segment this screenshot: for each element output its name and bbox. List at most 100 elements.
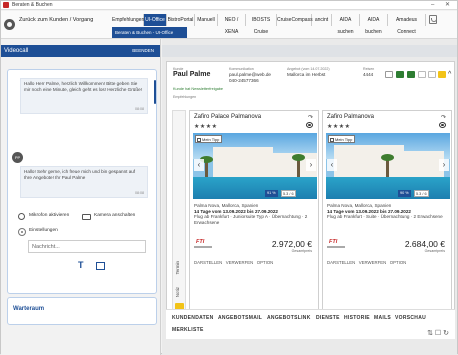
tab-amadeus-connect[interactable]: Amadeus Connect xyxy=(388,14,426,35)
tab-mails[interactable]: MAILS xyxy=(374,315,391,321)
calendar-icon[interactable] xyxy=(428,71,436,78)
label-reisen: Reisen xyxy=(363,67,375,71)
travel-dates: 14 Tage vom 13.09.2022 bis 27.09.2022 xyxy=(194,208,278,214)
next-image-button[interactable]: › xyxy=(439,159,449,171)
note-icon[interactable] xyxy=(438,71,446,78)
save-session-icon[interactable] xyxy=(429,15,437,24)
my-tip-tag[interactable]: Mein Tipp xyxy=(328,135,356,143)
videocall-header: Videocall BEENDEN xyxy=(1,45,160,57)
customer-panel: Kunde Paul Palme Kommunikation paul.palm… xyxy=(166,61,455,323)
close-icon[interactable]: ✕ xyxy=(445,1,450,9)
camera-icon[interactable] xyxy=(82,214,91,220)
flight-info: Flug ab Frankfurt · Suite · Übernachtung… xyxy=(327,214,443,220)
hotel-name[interactable]: Zafiro Palace Palmanova xyxy=(194,114,261,120)
main-toolbar xyxy=(162,45,457,57)
share-icon[interactable]: ↷ xyxy=(308,114,313,121)
refresh-icon[interactable]: ↻ xyxy=(443,330,449,337)
pin-icon[interactable] xyxy=(385,71,393,78)
main-content: Kunde Paul Palme Kommunikation paul.palm… xyxy=(162,39,457,355)
hotel-name[interactable]: Zafiro Palmanova xyxy=(327,114,374,120)
tab-cruisecompass[interactable]: CruiseCompass xyxy=(277,14,313,26)
eye-icon[interactable] xyxy=(306,122,313,128)
hotel-stars: ★★★★ xyxy=(194,124,218,130)
chevron-up-icon[interactable]: ^ xyxy=(448,71,451,77)
darstellen-button[interactable]: DARSTELLEN xyxy=(194,260,222,265)
microphone-icon[interactable] xyxy=(18,213,25,220)
microphone-toggle[interactable]: Mikrofon aktivieren xyxy=(29,212,69,220)
next-image-button[interactable]: › xyxy=(306,159,316,171)
mail-green-icon[interactable] xyxy=(396,71,404,78)
back-to-customer-button[interactable]: Zurück zum Kunden / Vorgang xyxy=(4,15,104,35)
offer-destination: Mallorca im Herbst xyxy=(287,72,326,77)
message-time: 08:08 xyxy=(135,190,144,195)
subtab-ui-office[interactable]: Beraten & Buchen - UI-Office xyxy=(112,27,187,38)
customer-name[interactable]: Paul Palme xyxy=(173,71,210,78)
darstellen-button[interactable]: DARSTELLEN xyxy=(327,260,355,265)
chat-scrollbar[interactable] xyxy=(154,80,156,104)
eye-icon[interactable] xyxy=(439,122,446,128)
label-contact: Kommunikation xyxy=(229,67,254,71)
app-logo-icon xyxy=(3,2,9,8)
tab-empfehlungen[interactable]: Empfehlungen xyxy=(112,14,144,26)
customer-phone[interactable]: 040-24577366 xyxy=(229,78,259,84)
camera-toggle[interactable]: Kamera anschalten xyxy=(94,212,135,220)
tab-termin[interactable]: Termin xyxy=(175,261,180,275)
tab-ibosts-cruise[interactable]: IBOSTS Cruise xyxy=(246,14,277,35)
offer-actions: DARSTELLEN VERWERFEN OPTION xyxy=(194,260,273,265)
tab-kundendaten[interactable]: KUNDENDATEN xyxy=(172,315,214,321)
tab-manuell[interactable]: Manuell xyxy=(195,14,218,26)
prev-image-button[interactable]: ‹ xyxy=(327,159,337,171)
price-label: Gesamtpreis xyxy=(291,249,312,253)
tab-vorschau[interactable]: VORSCHAU xyxy=(395,315,426,321)
tab-merkliste[interactable]: MERKLISTE xyxy=(172,327,204,333)
offer-price: 2.684,00 € xyxy=(404,239,445,249)
verwerfen-button[interactable]: VERWERFEN xyxy=(359,260,386,265)
hotel-stars: ★★★★ xyxy=(327,124,351,130)
tab-aida-buchen[interactable]: AIDA buchen xyxy=(360,14,388,35)
option-button[interactable]: OPTION xyxy=(390,260,406,265)
waiting-room-panel[interactable]: Warteraum xyxy=(7,297,157,325)
prev-image-button[interactable]: ‹ xyxy=(194,159,204,171)
tab-notiz[interactable]: Notiz xyxy=(175,287,180,297)
sort-icon[interactable]: ⇅ xyxy=(427,330,433,337)
operator-logo: FTI xyxy=(193,239,213,248)
minimize-icon[interactable]: – xyxy=(431,1,434,9)
tab-neo-xena[interactable]: NEO / XENA xyxy=(218,14,246,35)
tab-ui-office[interactable]: UI-Office xyxy=(144,14,167,26)
share-icon[interactable]: ↷ xyxy=(441,114,446,121)
image-attach-icon[interactable] xyxy=(96,262,105,270)
newsletter-status: Kunde hat Newsletterfreigabe xyxy=(173,87,224,91)
chat-message-agent: Hallo Herr Palme, herzlich Willkommen! B… xyxy=(20,78,148,114)
text-format-icon[interactable]: T xyxy=(78,260,84,270)
gear-icon[interactable] xyxy=(18,228,26,236)
hotel-rating: 5.3 / 6 xyxy=(414,190,429,197)
label-offer-date: Angebot (vom 14.07.2022) xyxy=(287,67,330,71)
verwerfen-button[interactable]: VERWERFEN xyxy=(226,260,253,265)
chat-message-customer: Hallo! Sehr gerne, ich freue mich und bi… xyxy=(20,166,148,198)
option-button[interactable]: OPTION xyxy=(257,260,273,265)
checkbox-icon[interactable]: ☐ xyxy=(435,330,441,337)
offer-price: 2.972,00 € xyxy=(271,239,312,249)
tab-aida-suchen[interactable]: AIDA suchen xyxy=(332,14,360,35)
price-label: Gesamtpreis xyxy=(424,249,445,253)
message-time: 08:08 xyxy=(135,106,144,111)
label-empfehlungen: Empfehlungen xyxy=(173,95,197,99)
tab-angebotsmail[interactable]: ANGEBOTSMAIL xyxy=(218,315,262,321)
tab-bistroportal[interactable]: BistroPortal xyxy=(167,14,195,26)
phone-green-icon[interactable] xyxy=(407,71,415,78)
tab-ancint[interactable]: ancint xyxy=(312,14,332,26)
flight-info: Flug ab Frankfurt · Juniorsuite Typ A · … xyxy=(194,214,308,225)
settings-link[interactable]: Einstellungen xyxy=(29,227,58,235)
document-icon[interactable] xyxy=(418,71,426,78)
customer-email[interactable]: paul.palme@web.de xyxy=(229,72,271,78)
videocall-sidebar: Videocall BEENDEN Hallo Herr Palme, herz… xyxy=(1,39,161,355)
bottom-tab-bar: KUNDENDATEN ANGEBOTSMAIL ANGEBOTSLINK DI… xyxy=(166,309,455,339)
my-tip-tag[interactable]: Mein Tipp xyxy=(195,135,223,143)
tab-historie[interactable]: HISTORIE xyxy=(344,315,370,321)
tab-dienste[interactable]: DIENSTE xyxy=(316,315,340,321)
hotel-rating: 5.3 / 6 xyxy=(281,190,296,197)
tab-angebotslink[interactable]: ANGEBOTSLINK xyxy=(267,315,311,321)
window-title: Beraten & Buchen xyxy=(12,2,53,8)
chat-message-input[interactable]: Nachricht... xyxy=(28,240,146,253)
end-call-button[interactable]: BEENDEN xyxy=(132,45,154,57)
